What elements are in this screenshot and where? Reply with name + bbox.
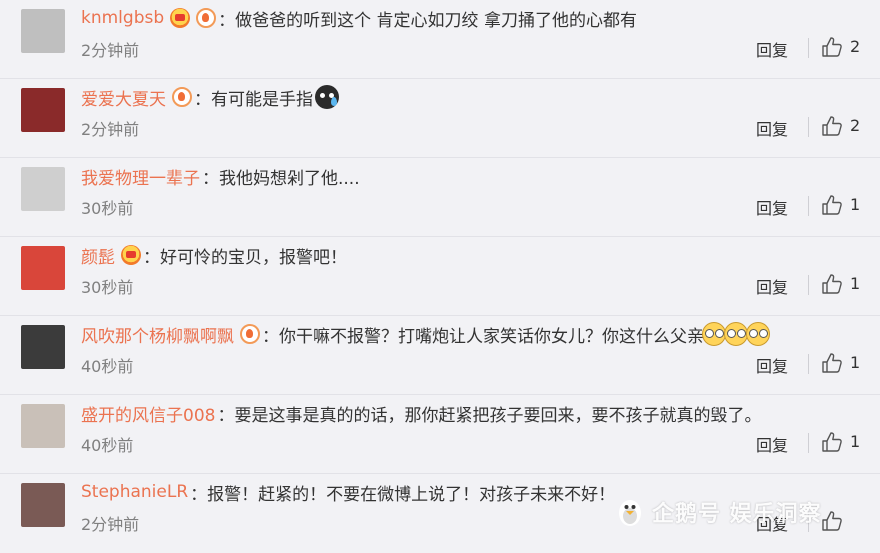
divider	[808, 275, 809, 295]
comment-time: 40秒前	[81, 357, 134, 376]
like-count: 1	[850, 195, 861, 214]
like-count: 2	[850, 37, 861, 56]
avatar[interactable]	[21, 483, 65, 527]
comment-list: knmlgbsb ：做爸爸的听到这个 肯定心如刀绞 拿刀捅了他的心都有 2分钟前…	[0, 0, 880, 553]
divider	[808, 117, 809, 137]
comment-time: 2分钟前	[81, 41, 140, 60]
vip-icon[interactable]	[121, 245, 141, 265]
username-link[interactable]: StephanieLR	[81, 482, 188, 502]
username-link[interactable]: 爱爱大夏天	[81, 85, 166, 110]
like-count: 1	[850, 274, 861, 293]
comment-item: knmlgbsb ：做爸爸的听到这个 肯定心如刀绞 拿刀捅了他的心都有 2分钟前…	[0, 0, 880, 79]
penguin-logo-icon	[619, 500, 641, 526]
comment-item: 风吹那个杨柳飘啊飘 ：你干嘛不报警？打嘴炮让人家笑话你女儿？你这什么父亲 40秒…	[0, 316, 880, 395]
like-thumb-icon[interactable]	[821, 431, 843, 453]
like-thumb-icon[interactable]	[821, 352, 843, 374]
shocked-face-emoji-icon	[746, 322, 770, 346]
comment-text: ：你干嘛不报警？打嘴炮让人家笑话你女儿？你这什么父亲	[262, 326, 704, 347]
comment-time: 2分钟前	[81, 120, 140, 139]
reply-button[interactable]: 回复	[756, 274, 788, 298]
divider	[808, 433, 809, 453]
shocked-face-emoji-icon	[702, 322, 726, 346]
comment-time: 2分钟前	[81, 515, 140, 534]
comment-text: ：我他妈想剁了他....	[202, 168, 360, 189]
comment-item: 爱爱大夏天 ：有可能是手指 2分钟前 回复 2	[0, 79, 880, 158]
avatar[interactable]	[21, 325, 65, 369]
vip-icon[interactable]	[170, 8, 191, 28]
comment-text: ：报警！赶紧的！不要在微博上说了！对孩子未来不好！	[190, 484, 616, 505]
sweat-emoji-icon	[315, 85, 339, 109]
comment-item: 我爱物理一辈子 ：我他妈想剁了他.... 30秒前 回复 1	[0, 158, 880, 237]
comment-text: ：做爸爸的听到这个 肯定心如刀绞 拿刀捅了他的心都有	[218, 10, 637, 31]
like-count: 2	[850, 116, 861, 135]
username-link[interactable]: 盛开的风信子008	[81, 401, 215, 426]
reply-button[interactable]: 回复	[756, 195, 788, 219]
level-icon[interactable]	[172, 87, 192, 107]
like-thumb-icon[interactable]	[821, 36, 843, 58]
reply-button[interactable]: 回复	[756, 432, 788, 456]
comment-time: 30秒前	[81, 278, 134, 297]
divider	[808, 354, 809, 374]
like-count: 1	[850, 432, 861, 451]
avatar[interactable]	[21, 88, 65, 132]
like-thumb-icon[interactable]	[821, 510, 843, 532]
like-count: 1	[850, 353, 861, 372]
comment-text: ：要是这事是真的的话，那你赶紧把孩子要回来，要不孩子就真的毁了。	[217, 405, 762, 426]
reply-button[interactable]: 回复	[756, 353, 788, 377]
comment-time: 40秒前	[81, 436, 134, 455]
username-link[interactable]: knmlgbsb	[81, 8, 164, 28]
shocked-face-emoji-icon	[724, 322, 748, 346]
level-icon[interactable]	[196, 8, 217, 28]
reply-button[interactable]: 回复	[756, 37, 788, 61]
comment-item: 盛开的风信子008 ：要是这事是真的的话，那你赶紧把孩子要回来，要不孩子就真的毁…	[0, 395, 880, 474]
reply-button[interactable]: 回复	[756, 116, 788, 140]
username-link[interactable]: 风吹那个杨柳飘啊飘	[81, 322, 234, 347]
divider	[808, 38, 809, 58]
like-thumb-icon[interactable]	[821, 273, 843, 295]
avatar[interactable]	[21, 167, 65, 211]
watermark: 企鹅号 娱乐洞察	[614, 496, 822, 528]
avatar[interactable]	[21, 404, 65, 448]
comment-item: 颜髭 ：好可怜的宝贝，报警吧！ 30秒前 回复 1	[0, 237, 880, 316]
username-link[interactable]: 颜髭	[81, 243, 115, 268]
watermark-text: 企鹅号 娱乐洞察	[652, 502, 822, 527]
comment-text: ：有可能是手指	[194, 89, 313, 110]
avatar[interactable]	[21, 9, 65, 53]
like-thumb-icon[interactable]	[821, 115, 843, 137]
comment-time: 30秒前	[81, 199, 134, 218]
avatar[interactable]	[21, 246, 65, 290]
like-thumb-icon[interactable]	[821, 194, 843, 216]
username-link[interactable]: 我爱物理一辈子	[81, 164, 200, 189]
level-icon[interactable]	[240, 324, 260, 344]
divider	[808, 196, 809, 216]
comment-text: ：好可怜的宝贝，报警吧！	[143, 247, 347, 268]
